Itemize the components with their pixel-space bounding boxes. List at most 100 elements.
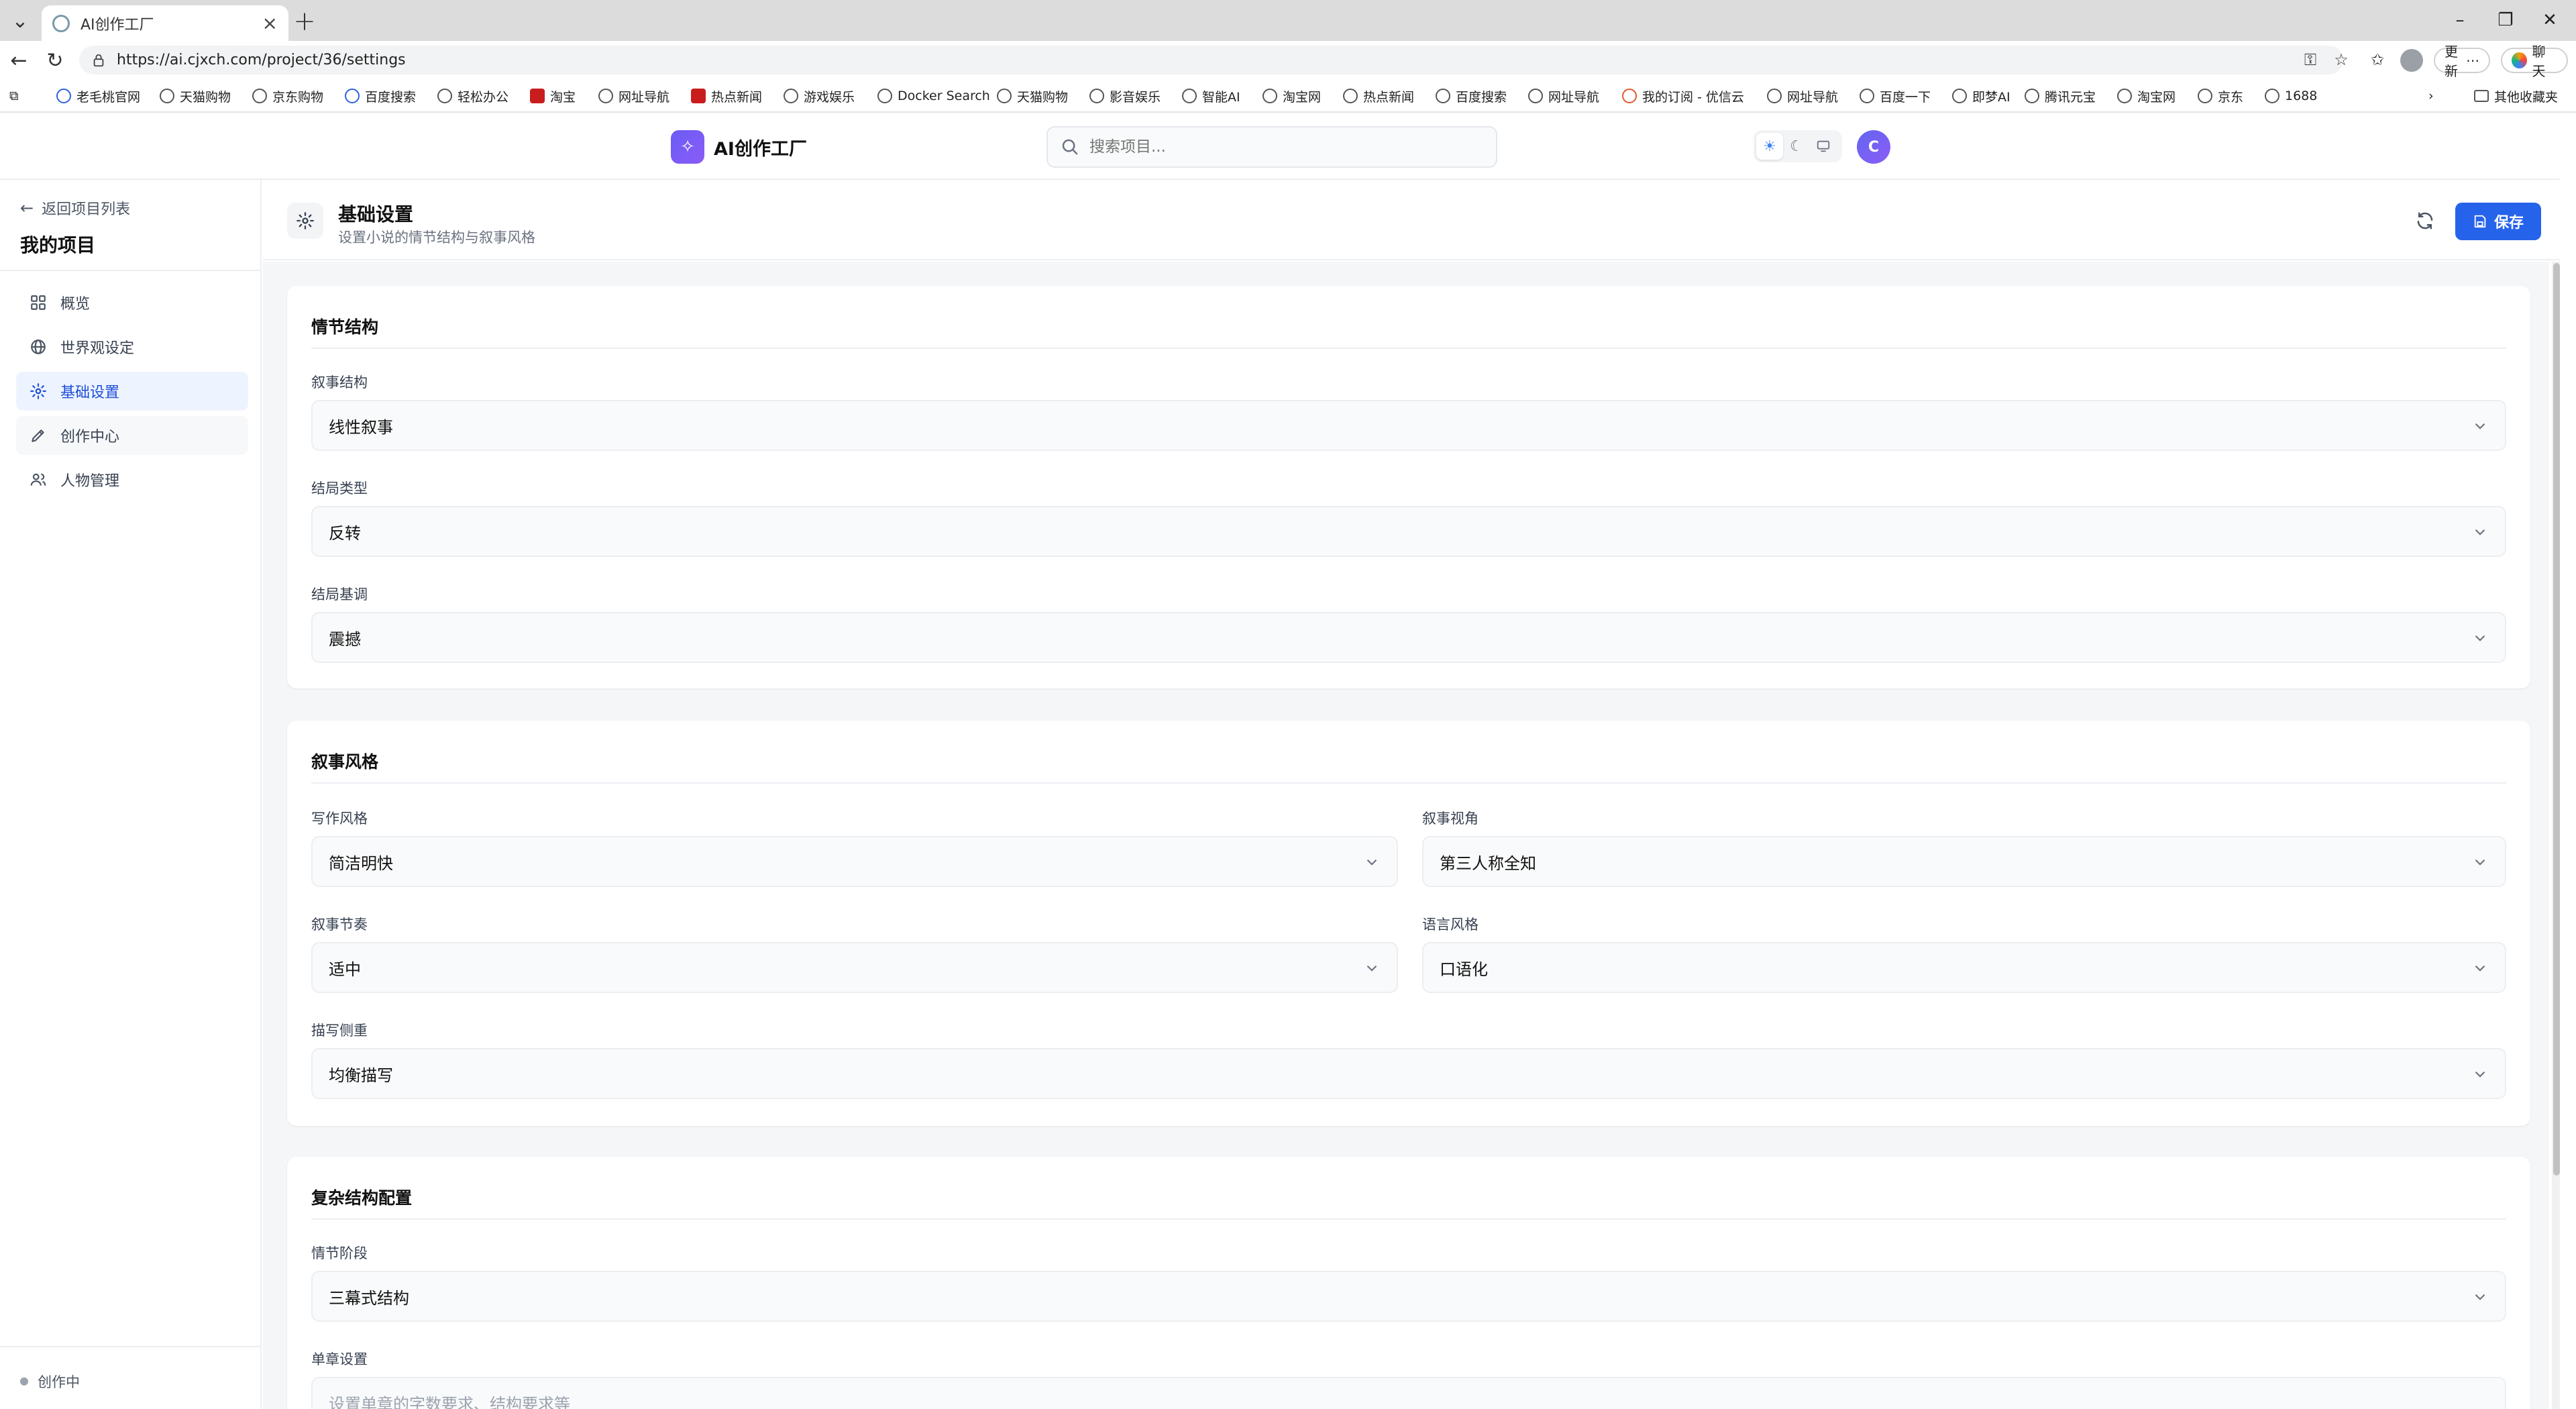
globe-icon: [1263, 89, 1277, 103]
url-text: https://ai.cjxch.com/project/36/settings: [117, 52, 406, 68]
plot-stage-select[interactable]: 三幕式结构: [311, 1271, 2506, 1322]
bookmark-item[interactable]: 网址导航: [1528, 86, 1599, 106]
bookmark-item[interactable]: 淘宝: [530, 86, 576, 106]
minimize-button[interactable]: –: [2440, 5, 2479, 35]
browser-tab[interactable]: AI创作工厂 ×: [42, 5, 288, 41]
bookmark-item[interactable]: 网址导航: [598, 86, 669, 106]
page-header: 基础设置 设置小说的情节结构与叙事风格 保存: [263, 181, 2560, 260]
moon-icon[interactable]: ☾: [1783, 133, 1810, 160]
close-window-button[interactable]: ✕: [2530, 5, 2569, 35]
status-label: 创作中: [38, 1374, 80, 1390]
bookmark-label: 淘宝网: [1283, 89, 1322, 105]
section-title: 情节结构: [311, 317, 379, 337]
back-icon[interactable]: ←: [4, 46, 34, 74]
favorites-icon[interactable]: ✩: [2364, 46, 2391, 73]
bookmark-item[interactable]: 百度搜索: [345, 86, 416, 106]
chevron-down-icon: [1366, 965, 1377, 972]
bookmark-item[interactable]: 游戏娱乐: [784, 86, 855, 106]
tab-close-icon[interactable]: ×: [262, 12, 278, 34]
globe-icon: [2198, 89, 2212, 103]
sidebar-item-creation-center[interactable]: 创作中心: [16, 416, 248, 455]
bookmark-item[interactable]: 网址导航: [1767, 86, 1838, 106]
sun-icon[interactable]: ☀: [1756, 133, 1783, 160]
search-box[interactable]: [1046, 126, 1497, 168]
update-button[interactable]: 更新 ⋯: [2434, 44, 2490, 79]
sidebar-item-worldview[interactable]: 世界观设定: [16, 327, 248, 366]
new-tab-button[interactable]: +: [290, 6, 319, 37]
folder-icon: [2474, 90, 2489, 102]
restore-button[interactable]: ❐: [2486, 5, 2525, 35]
ending-tone-select[interactable]: 震撼: [311, 612, 2506, 663]
bookmark-item[interactable]: 轻松办公: [437, 86, 508, 106]
bookmark-item[interactable]: 老毛桃官网: [56, 86, 140, 106]
bookmark-item[interactable]: 百度搜索: [1436, 86, 1507, 106]
refresh-icon[interactable]: [2411, 207, 2439, 235]
address-bar[interactable]: https://ai.cjxch.com/project/36/settings: [79, 46, 2343, 74]
bookmark-item[interactable]: 淘宝网: [2117, 86, 2176, 106]
app-header: ✧ AI创作工厂 ☀ ☾ C: [0, 114, 2560, 180]
bookmarks-menu-icon[interactable]: ⧉: [9, 86, 19, 106]
bookmark-label: 网址导航: [1548, 89, 1600, 105]
bookmark-item[interactable]: 天猫购物: [160, 86, 231, 106]
site-info-icon[interactable]: [91, 53, 106, 68]
bookmark-item[interactable]: 影音娱乐: [1089, 86, 1161, 106]
app-logo[interactable]: ✧ AI创作工厂: [671, 130, 807, 164]
writing-style-select[interactable]: 简洁明快: [311, 836, 1398, 887]
other-bookmarks[interactable]: 其他收藏夹: [2474, 86, 2558, 106]
theme-switcher: ☀ ☾: [1754, 130, 1842, 162]
bookmark-item[interactable]: 热点新闻: [1343, 86, 1414, 106]
favorite-star-icon[interactable]: ☆: [2328, 46, 2355, 73]
field-label: 写作风格: [311, 811, 368, 827]
taobao-icon: [530, 89, 545, 103]
bookmark-item[interactable]: 京东购物: [252, 86, 323, 106]
sidebar-item-overview[interactable]: 概览: [16, 283, 248, 322]
bookmark-label: 即梦AI: [1972, 89, 2010, 105]
bookmark-item[interactable]: 淘宝网: [1263, 86, 1321, 106]
profile-icon[interactable]: [2400, 49, 2423, 72]
bookmark-item[interactable]: 腾讯元宝: [2025, 86, 2096, 106]
bookmark-label: 轻松办公: [458, 89, 509, 105]
narrative-structure-select[interactable]: 线性叙事: [311, 400, 2506, 451]
reload-icon[interactable]: ↻: [40, 46, 70, 74]
select-value: 口语化: [1440, 959, 1488, 979]
perspective-select[interactable]: 第三人称全知: [1422, 836, 2506, 887]
ending-type-select[interactable]: 反转: [311, 506, 2506, 557]
select-value: 震撼: [329, 629, 361, 649]
pen-icon: [28, 425, 48, 446]
bookmark-item[interactable]: 天猫购物: [997, 86, 1068, 106]
bookmark-item[interactable]: 京东: [2198, 86, 2243, 106]
bookmark-item[interactable]: 我的订阅 - 优信云: [1622, 86, 1744, 106]
description-focus-select[interactable]: 均衡描写: [311, 1048, 2506, 1099]
bookmark-item[interactable]: 即梦AI: [1952, 86, 2010, 106]
avatar[interactable]: C: [1857, 130, 1890, 164]
bookmark-item[interactable]: 智能AI: [1182, 86, 1240, 106]
bookmark-item[interactable]: 百度一下: [1860, 86, 1931, 106]
sidebar-item-label: 人物管理: [60, 473, 120, 490]
globe-icon: [1343, 89, 1358, 103]
pacing-select[interactable]: 适中: [311, 942, 1398, 993]
search-input[interactable]: [1089, 138, 1465, 156]
bookmarks-overflow-icon[interactable]: ›: [2428, 86, 2434, 106]
globe-icon: [1089, 89, 1104, 103]
chevron-down-icon: [2475, 965, 2485, 972]
complex-structure-card: 复杂结构配置 情节阶段 三幕式结构 单章设置 设置单章的字数要求、结构要求等: [287, 1157, 2530, 1409]
key-icon[interactable]: ⚿: [2297, 46, 2324, 73]
chat-button[interactable]: 聊天: [2501, 44, 2568, 79]
sidebar-item-characters[interactable]: 人物管理: [16, 460, 248, 499]
select-value: 简洁明快: [329, 853, 393, 873]
bookmark-item[interactable]: 热点新闻: [691, 86, 762, 106]
scrollbar-thumb[interactable]: [2553, 263, 2560, 1176]
language-style-select[interactable]: 口语化: [1422, 942, 2506, 993]
save-button[interactable]: 保存: [2455, 203, 2541, 240]
bookmark-item[interactable]: Docker Search: [877, 86, 990, 106]
globe-icon: [598, 89, 613, 103]
monitor-icon[interactable]: [1810, 133, 1837, 160]
bookmark-label: 老毛桃官网: [76, 89, 141, 105]
chapter-settings-field[interactable]: 设置单章的字数要求、结构要求等: [311, 1377, 2506, 1409]
sidebar-item-basic-settings[interactable]: 基础设置: [16, 372, 248, 411]
globe-icon: [160, 89, 174, 103]
bookmark-item[interactable]: 1688: [2265, 86, 2317, 106]
section-title: 复杂结构配置: [311, 1188, 413, 1208]
tab-list-button[interactable]: ⌄: [5, 7, 35, 35]
back-to-projects-link[interactable]: ← 返回项目列表: [20, 197, 130, 219]
